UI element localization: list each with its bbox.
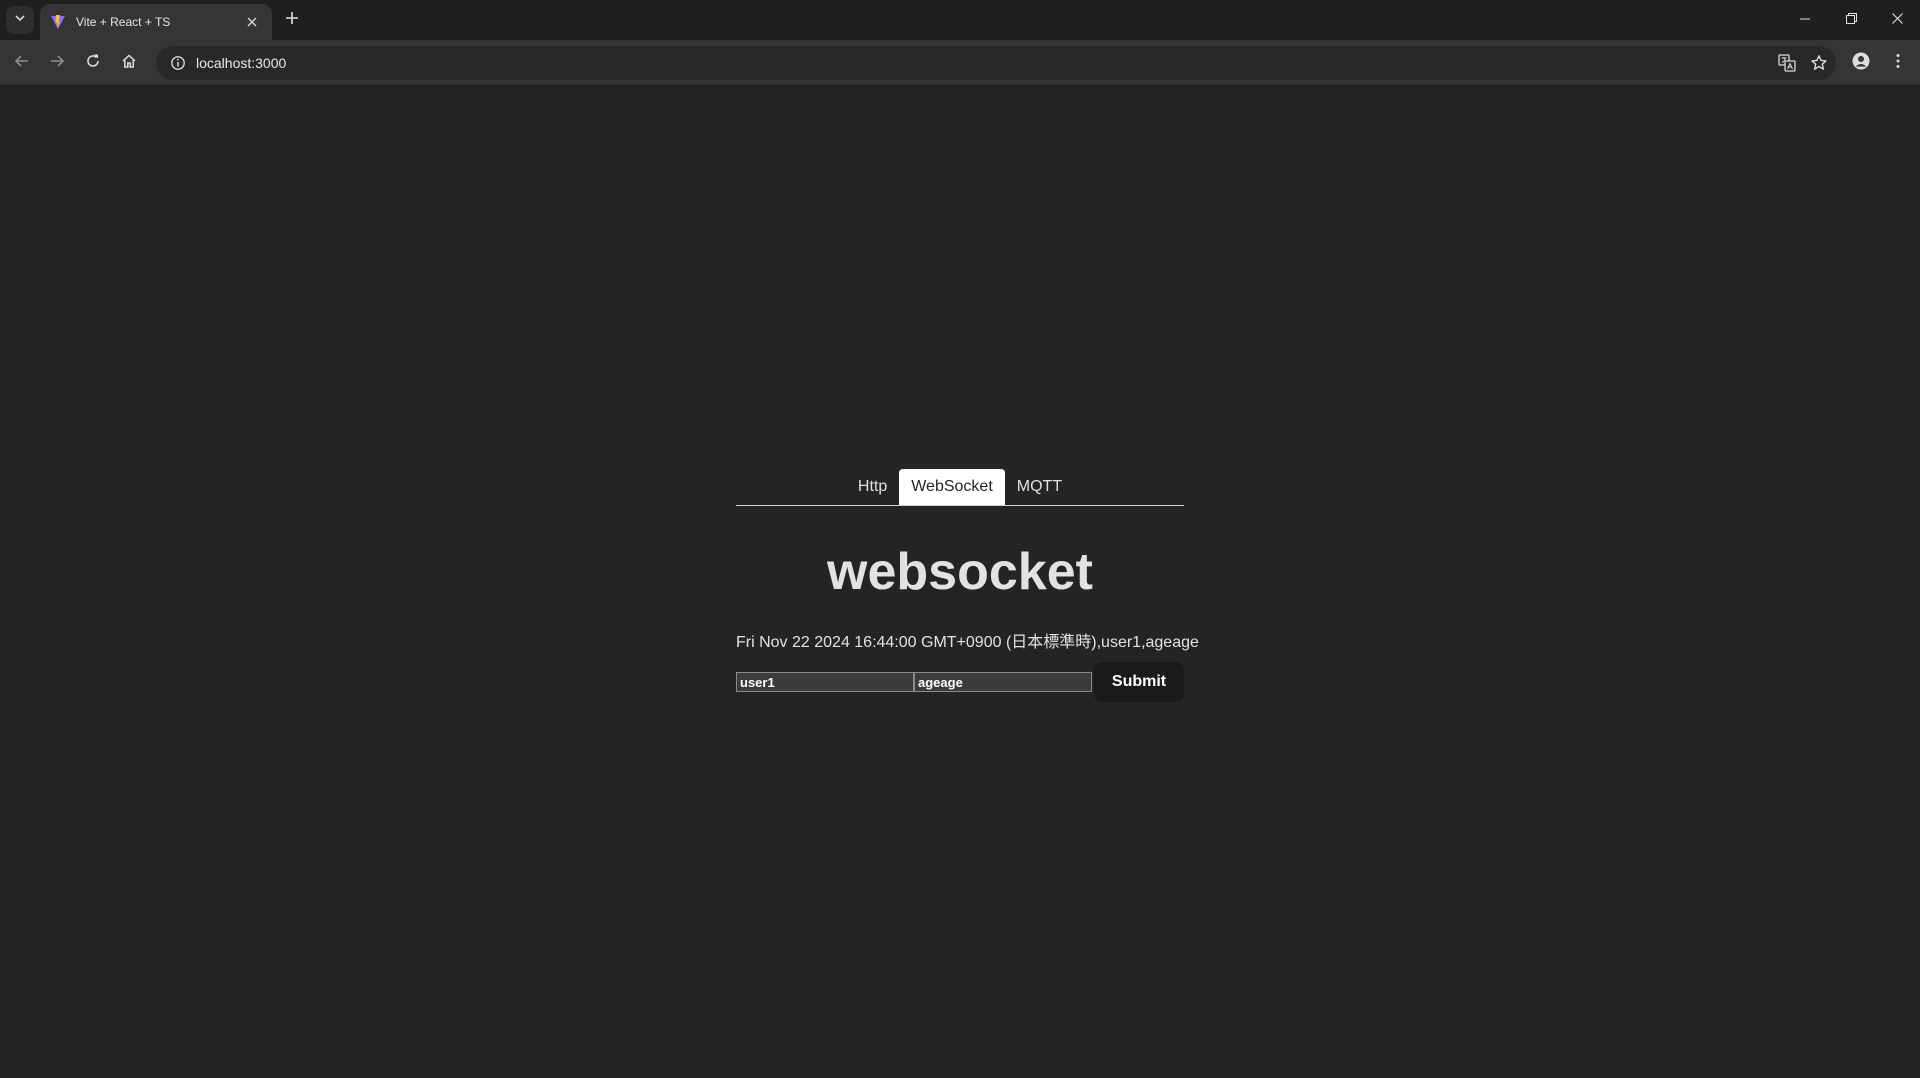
menu-button[interactable] xyxy=(1884,49,1912,77)
home-button[interactable] xyxy=(115,49,143,77)
tab-websocket[interactable]: WebSocket xyxy=(899,469,1005,505)
minimize-icon xyxy=(1800,11,1810,29)
restore-icon xyxy=(1845,11,1857,29)
new-tab-button[interactable] xyxy=(280,8,304,32)
home-icon xyxy=(121,53,137,74)
chevron-down-icon xyxy=(14,11,26,29)
tab-http[interactable]: Http xyxy=(846,469,899,505)
close-window-button[interactable] xyxy=(1874,0,1920,40)
close-icon xyxy=(1891,11,1903,29)
reload-icon xyxy=(85,53,101,74)
person-icon xyxy=(1852,52,1870,75)
profile-button[interactable] xyxy=(1847,49,1875,77)
arrow-right-icon xyxy=(49,53,65,74)
page-content: Http WebSocket MQTT websocket Fri Nov 22… xyxy=(0,87,1920,1078)
window-controls xyxy=(1782,0,1920,40)
kebab-menu-icon xyxy=(1896,53,1900,74)
tab-mqtt[interactable]: MQTT xyxy=(1005,469,1074,505)
forward-button[interactable] xyxy=(43,49,71,77)
info-icon[interactable] xyxy=(166,51,190,75)
text-input[interactable] xyxy=(914,672,1092,692)
tab-title: Vite + React + TS xyxy=(76,15,171,29)
message-form: Submit xyxy=(736,662,1184,702)
app-container: Http WebSocket MQTT websocket Fri Nov 22… xyxy=(736,468,1199,702)
vite-logo-icon xyxy=(50,14,66,30)
reload-button[interactable] xyxy=(79,49,107,77)
protocol-tabs: Http WebSocket MQTT xyxy=(736,468,1184,506)
submit-button[interactable]: Submit xyxy=(1094,662,1184,702)
back-button[interactable] xyxy=(8,49,36,77)
close-icon[interactable] xyxy=(242,12,262,32)
tab-search-button[interactable] xyxy=(6,6,34,34)
page-title: websocket xyxy=(827,543,1093,601)
browser-tabstrip: Vite + React + TS xyxy=(0,0,1920,40)
name-input[interactable] xyxy=(736,672,914,692)
address-bar[interactable]: localhost:3000 xyxy=(156,46,1836,80)
browser-tab[interactable]: Vite + React + TS xyxy=(40,4,272,40)
plus-icon xyxy=(285,11,299,30)
minimize-button[interactable] xyxy=(1782,0,1828,40)
url-text[interactable]: localhost:3000 xyxy=(196,55,1772,71)
star-icon[interactable] xyxy=(1804,48,1834,78)
browser-toolbar: localhost:3000 xyxy=(0,40,1920,86)
translate-icon[interactable] xyxy=(1772,48,1802,78)
restore-button[interactable] xyxy=(1828,0,1874,40)
arrow-left-icon xyxy=(14,53,30,74)
received-message: Fri Nov 22 2024 16:44:00 GMT+0900 (日本標準時… xyxy=(736,634,1199,651)
